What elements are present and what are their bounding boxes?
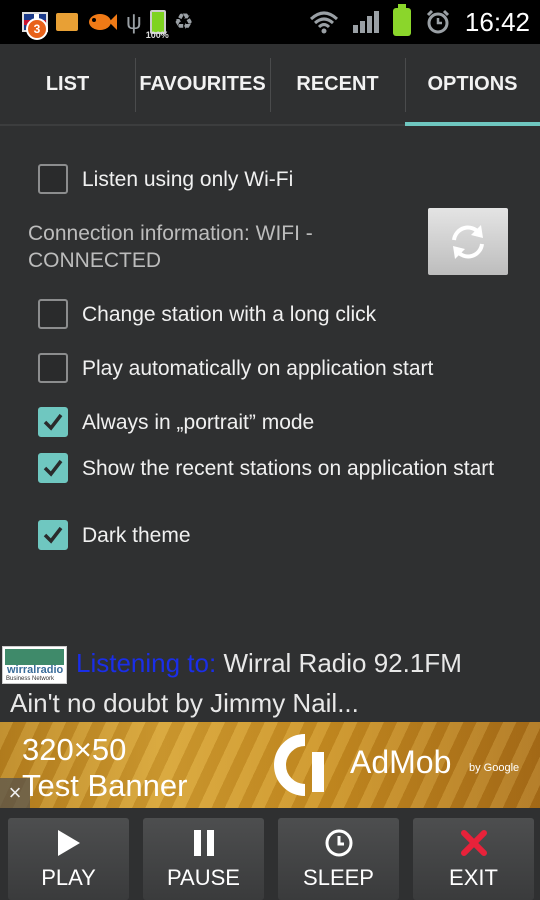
clock-time: 16:42 (464, 6, 530, 37)
tab-bar: LIST FAVOURITES RECENT OPTIONS (0, 44, 540, 126)
autoplay-checkbox[interactable] (38, 353, 68, 383)
option-long-click[interactable]: Change station with a long click (38, 299, 376, 329)
sleep-label: SLEEP (303, 865, 374, 890)
refresh-icon (452, 224, 484, 259)
station-logo: wirralradio Business Network (2, 646, 67, 684)
dark-theme-label: Dark theme (82, 523, 191, 547)
wifi-only-label: Listen using only Wi-Fi (82, 167, 294, 191)
ad-size-text: 320×50 (22, 732, 127, 767)
recent-on-start-checkbox[interactable] (38, 453, 68, 483)
ad-by-google: by Google (469, 762, 520, 774)
exit-button[interactable]: EXIT (413, 818, 534, 900)
tab-recent[interactable]: RECENT (270, 44, 405, 124)
now-playing: wirralradio Business Network Listening t… (0, 640, 540, 722)
battery-100-icon: 100% (146, 10, 169, 40)
admob-logo-icon (274, 734, 324, 796)
exit-label: EXIT (449, 865, 498, 890)
keyboard-icon (56, 13, 78, 31)
ad-banner[interactable]: 320×50 Test Banner AdMob by Google × (0, 722, 540, 808)
autoplay-label: Play automatically on application start (82, 356, 434, 380)
recycle-icon: ♻ (173, 9, 194, 34)
station-name: Wirral Radio 92.1FM (223, 648, 462, 678)
dark-theme-checkbox[interactable] (38, 520, 68, 550)
pause-button[interactable]: PAUSE (143, 818, 264, 900)
station-logo-name: wirralradio (7, 664, 64, 676)
tab-favourites[interactable]: FAVOURITES (135, 44, 270, 124)
listening-line: Listening to: Wirral Radio 92.1FM (76, 648, 462, 679)
recent-on-start-label: Show the recent stations on application … (82, 456, 495, 480)
sleep-button[interactable]: SLEEP (278, 818, 399, 900)
close-icon (460, 830, 487, 856)
goldfish-icon (89, 14, 117, 30)
ad-test-text: Test Banner (22, 768, 188, 803)
play-label: PLAY (41, 865, 96, 890)
wifi-only-checkbox[interactable] (38, 164, 68, 194)
alarm-icon (426, 9, 449, 34)
notification-count-badge: 3 (26, 18, 48, 40)
wifi-icon (309, 11, 338, 34)
usb-icon: ψ (126, 9, 142, 34)
option-wifi-only[interactable]: Listen using only Wi-Fi (38, 164, 293, 194)
clock-icon (325, 829, 352, 857)
play-icon (57, 830, 80, 856)
tab-options[interactable]: OPTIONS (405, 44, 540, 126)
status-bar: ψ 100% ♻ 3 16:42 (0, 0, 540, 44)
tab-list[interactable]: LIST (0, 44, 135, 124)
system-icons: 16:42 (309, 0, 530, 44)
checkmark-icon (43, 413, 63, 431)
battery-icon (392, 4, 411, 36)
long-click-label: Change station with a long click (82, 302, 377, 326)
refresh-button[interactable] (428, 208, 508, 275)
pause-label: PAUSE (167, 865, 240, 890)
battery-small-label: 100% (145, 30, 169, 40)
portrait-label: Always in „portrait” mode (82, 410, 315, 434)
pause-icon (193, 830, 214, 856)
play-button[interactable]: PLAY (8, 818, 129, 900)
connection-info: Connection information: WIFI - CONNECTED (28, 222, 313, 272)
long-click-checkbox[interactable] (38, 299, 68, 329)
notification-icons: ψ 100% ♻ (22, 4, 193, 40)
station-logo-sub: Business Network (6, 676, 55, 682)
listening-prefix: Listening to: (76, 648, 217, 678)
options-panel: Listen using only Wi-Fi Connection infor… (0, 128, 540, 638)
ad-close-button[interactable]: × (0, 778, 30, 808)
option-portrait[interactable]: Always in „portrait” mode (38, 407, 314, 437)
option-recent-on-start[interactable]: Show the recent stations on application … (38, 453, 522, 483)
option-autoplay[interactable]: Play automatically on application start (38, 353, 433, 383)
option-dark-theme[interactable]: Dark theme (38, 520, 191, 550)
playback-controls: PLAY PAUSE SLEEP EXIT (0, 808, 540, 900)
ad-brand: AdMob (350, 744, 452, 780)
track-info: Ain't no doubt by Jimmy Nail... (10, 688, 359, 718)
portrait-checkbox[interactable] (38, 407, 68, 437)
checkmark-icon (43, 526, 63, 544)
signal-icon (352, 11, 379, 33)
checkmark-icon (43, 459, 63, 477)
